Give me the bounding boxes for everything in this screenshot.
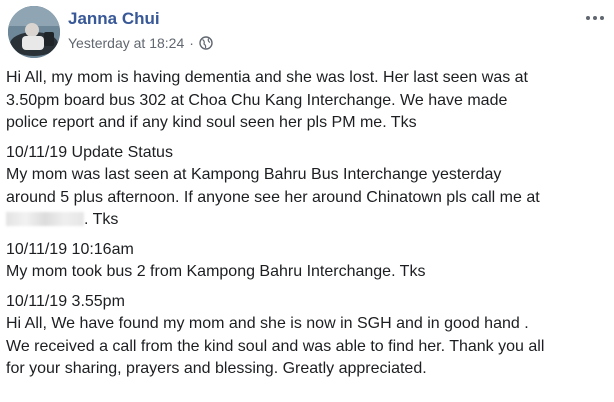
post-paragraph: 10/11/19 3.55pm Hi All, We have found my… (6, 291, 606, 381)
post-line: Hi All, my mom is having dementia and sh… (6, 69, 528, 86)
redacted-phone-number (6, 212, 84, 226)
globe-icon[interactable] (199, 36, 213, 50)
post-paragraph: 10/11/19 Update Status My mom was last s… (6, 142, 606, 232)
post-line-suffix: . Tks (84, 211, 119, 228)
author-name[interactable]: Janna Chui (68, 9, 160, 29)
post-line: We received a call from the kind soul an… (6, 337, 545, 355)
post-header: Janna Chui Yesterday at 18:24 · (0, 0, 614, 62)
meta-separator: · (189, 35, 194, 51)
post-line: police report and if any kind soul seen … (6, 114, 417, 131)
post-line: 3.50pm board bus 302 at Choa Chu Kang In… (6, 91, 508, 109)
post-line: for your sharing, prayers and blessing. … (6, 360, 427, 377)
post-line: around 5 plus afternoon. If anyone see h… (6, 188, 540, 206)
post-meta: Yesterday at 18:24 · (68, 35, 213, 51)
avatar-photo (8, 6, 60, 58)
post-paragraph: Hi All, my mom is having dementia and sh… (6, 67, 606, 135)
avatar[interactable] (8, 6, 60, 58)
post-line: 10/11/19 10:16am (6, 240, 134, 258)
post-line: Hi All, We have found my mom and she is … (6, 315, 529, 332)
post-line: My mom took bus 2 from Kampong Bahru Int… (6, 263, 426, 280)
post-line-redacted: . Tks (6, 209, 606, 232)
post-body: Hi All, my mom is having dementia and sh… (6, 67, 606, 388)
post-timestamp[interactable]: Yesterday at 18:24 (68, 35, 184, 51)
more-options-icon[interactable] (582, 8, 608, 28)
post-line: 10/11/19 Update Status (6, 143, 173, 161)
post-paragraph: 10/11/19 10:16am My mom took bus 2 from … (6, 239, 606, 284)
post-line: My mom was last seen at Kampong Bahru Bu… (6, 166, 502, 183)
post-line: 10/11/19 3.55pm (6, 292, 125, 310)
